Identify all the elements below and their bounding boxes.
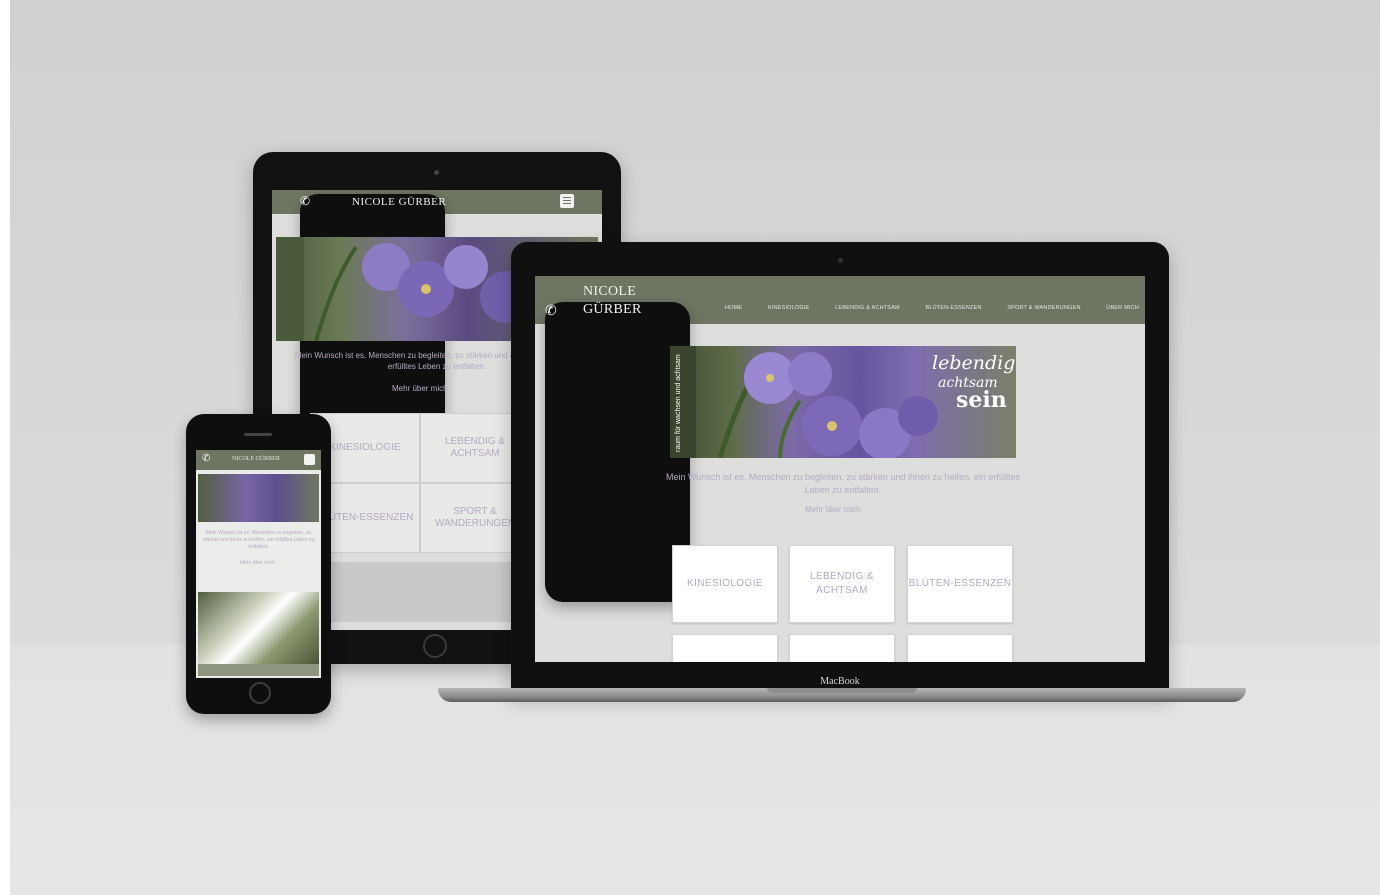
nav-item-lebendig[interactable]: LEBENDIG & ACHTSAM <box>835 305 900 311</box>
main-nav: HOME KINESIOLOGIE LEBENDIG & ACHTSAM BLÜ… <box>725 305 1139 311</box>
site-title[interactable]: NICOLE GÜRBER <box>232 456 280 462</box>
logo-line-2: GÜRBER <box>583 302 642 317</box>
service-card-lebendig[interactable]: LEBENDIG & ACHTSAM <box>789 545 895 623</box>
image-border <box>0 0 10 895</box>
more-link[interactable]: Mehr über mich <box>392 384 448 393</box>
laptop-device: ✆ NICOLE GÜRBER HOME KINESIOLOGIE LEBEND… <box>511 242 1169 694</box>
phone-icon[interactable]: ✆ <box>545 302 690 602</box>
laptop-brand-label: MacBook <box>820 676 860 687</box>
intro-text: Mein Wunsch ist es, Menschen zu begleite… <box>202 530 315 550</box>
banner-line-3: sein <box>956 387 1007 413</box>
phone-speaker <box>244 433 272 436</box>
laptop-notch <box>767 688 917 693</box>
intro-text: Mein Wunsch ist es, Menschen zu begleite… <box>665 472 1021 495</box>
service-card[interactable] <box>672 634 778 662</box>
tablet-camera <box>434 170 439 175</box>
mockup-scene: ✆ NICOLE GÜRBER Mein Wunsch ist es, Mens… <box>0 0 1380 895</box>
logo-line-1: NICOLE <box>583 284 637 299</box>
photo-caption-bar <box>198 664 319 676</box>
site-logo[interactable]: NICOLE GÜRBER <box>583 283 642 319</box>
tablet-home-button <box>423 634 447 658</box>
nav-item-uber-mich[interactable]: ÜBER MICH <box>1106 305 1139 311</box>
phone-device: ✆ NICOLE GÜRBER Mein Wunsch ist es, Mens… <box>186 414 331 714</box>
phone-home-button <box>249 682 271 704</box>
hamburger-menu-icon[interactable] <box>560 194 574 208</box>
more-link[interactable]: Mehr über mich <box>240 560 275 566</box>
banner-side-tag: raum für wachsen und achtsam <box>675 354 682 452</box>
phone-header: ✆ NICOLE GÜRBER <box>196 450 321 470</box>
laptop-base <box>438 688 1246 702</box>
tablet-header: ✆ NICOLE GÜRBER <box>272 190 602 494</box>
nav-item-home[interactable]: HOME <box>725 305 742 311</box>
hero-banner-image <box>198 474 319 522</box>
nav-item-sport[interactable]: SPORT & WANDERUNGEN <box>1007 305 1080 311</box>
site-title[interactable]: NICOLE GÜRBER <box>352 196 446 208</box>
service-card-kinesiologie[interactable]: KINESIOLOGIE <box>672 545 778 623</box>
nav-item-bluten[interactable]: BLÜTEN-ESSENZEN <box>925 305 981 311</box>
service-card[interactable] <box>907 634 1013 662</box>
hamburger-menu-icon[interactable] <box>304 454 315 465</box>
phone-screen: ✆ NICOLE GÜRBER Mein Wunsch ist es, Mens… <box>196 450 321 678</box>
hero-banner-image: raum für wachsen und achtsam lebendig ac… <box>670 346 1016 458</box>
banner-line-1: lebendig <box>932 352 1016 374</box>
more-link[interactable]: Mehr über mich <box>805 505 861 514</box>
laptop-camera <box>838 258 843 263</box>
service-card[interactable] <box>789 634 895 662</box>
phone-icon[interactable]: ✆ <box>202 453 210 464</box>
flower-photo <box>198 592 319 664</box>
service-card-bluten[interactable]: BLÜTEN-ESSENZEN <box>907 545 1013 623</box>
site-header: ✆ NICOLE GÜRBER HOME KINESIOLOGIE LEBEND… <box>535 276 1145 602</box>
nav-item-kinesiologie[interactable]: KINESIOLOGIE <box>768 305 810 311</box>
laptop-screen: ✆ NICOLE GÜRBER HOME KINESIOLOGIE LEBEND… <box>535 276 1145 662</box>
